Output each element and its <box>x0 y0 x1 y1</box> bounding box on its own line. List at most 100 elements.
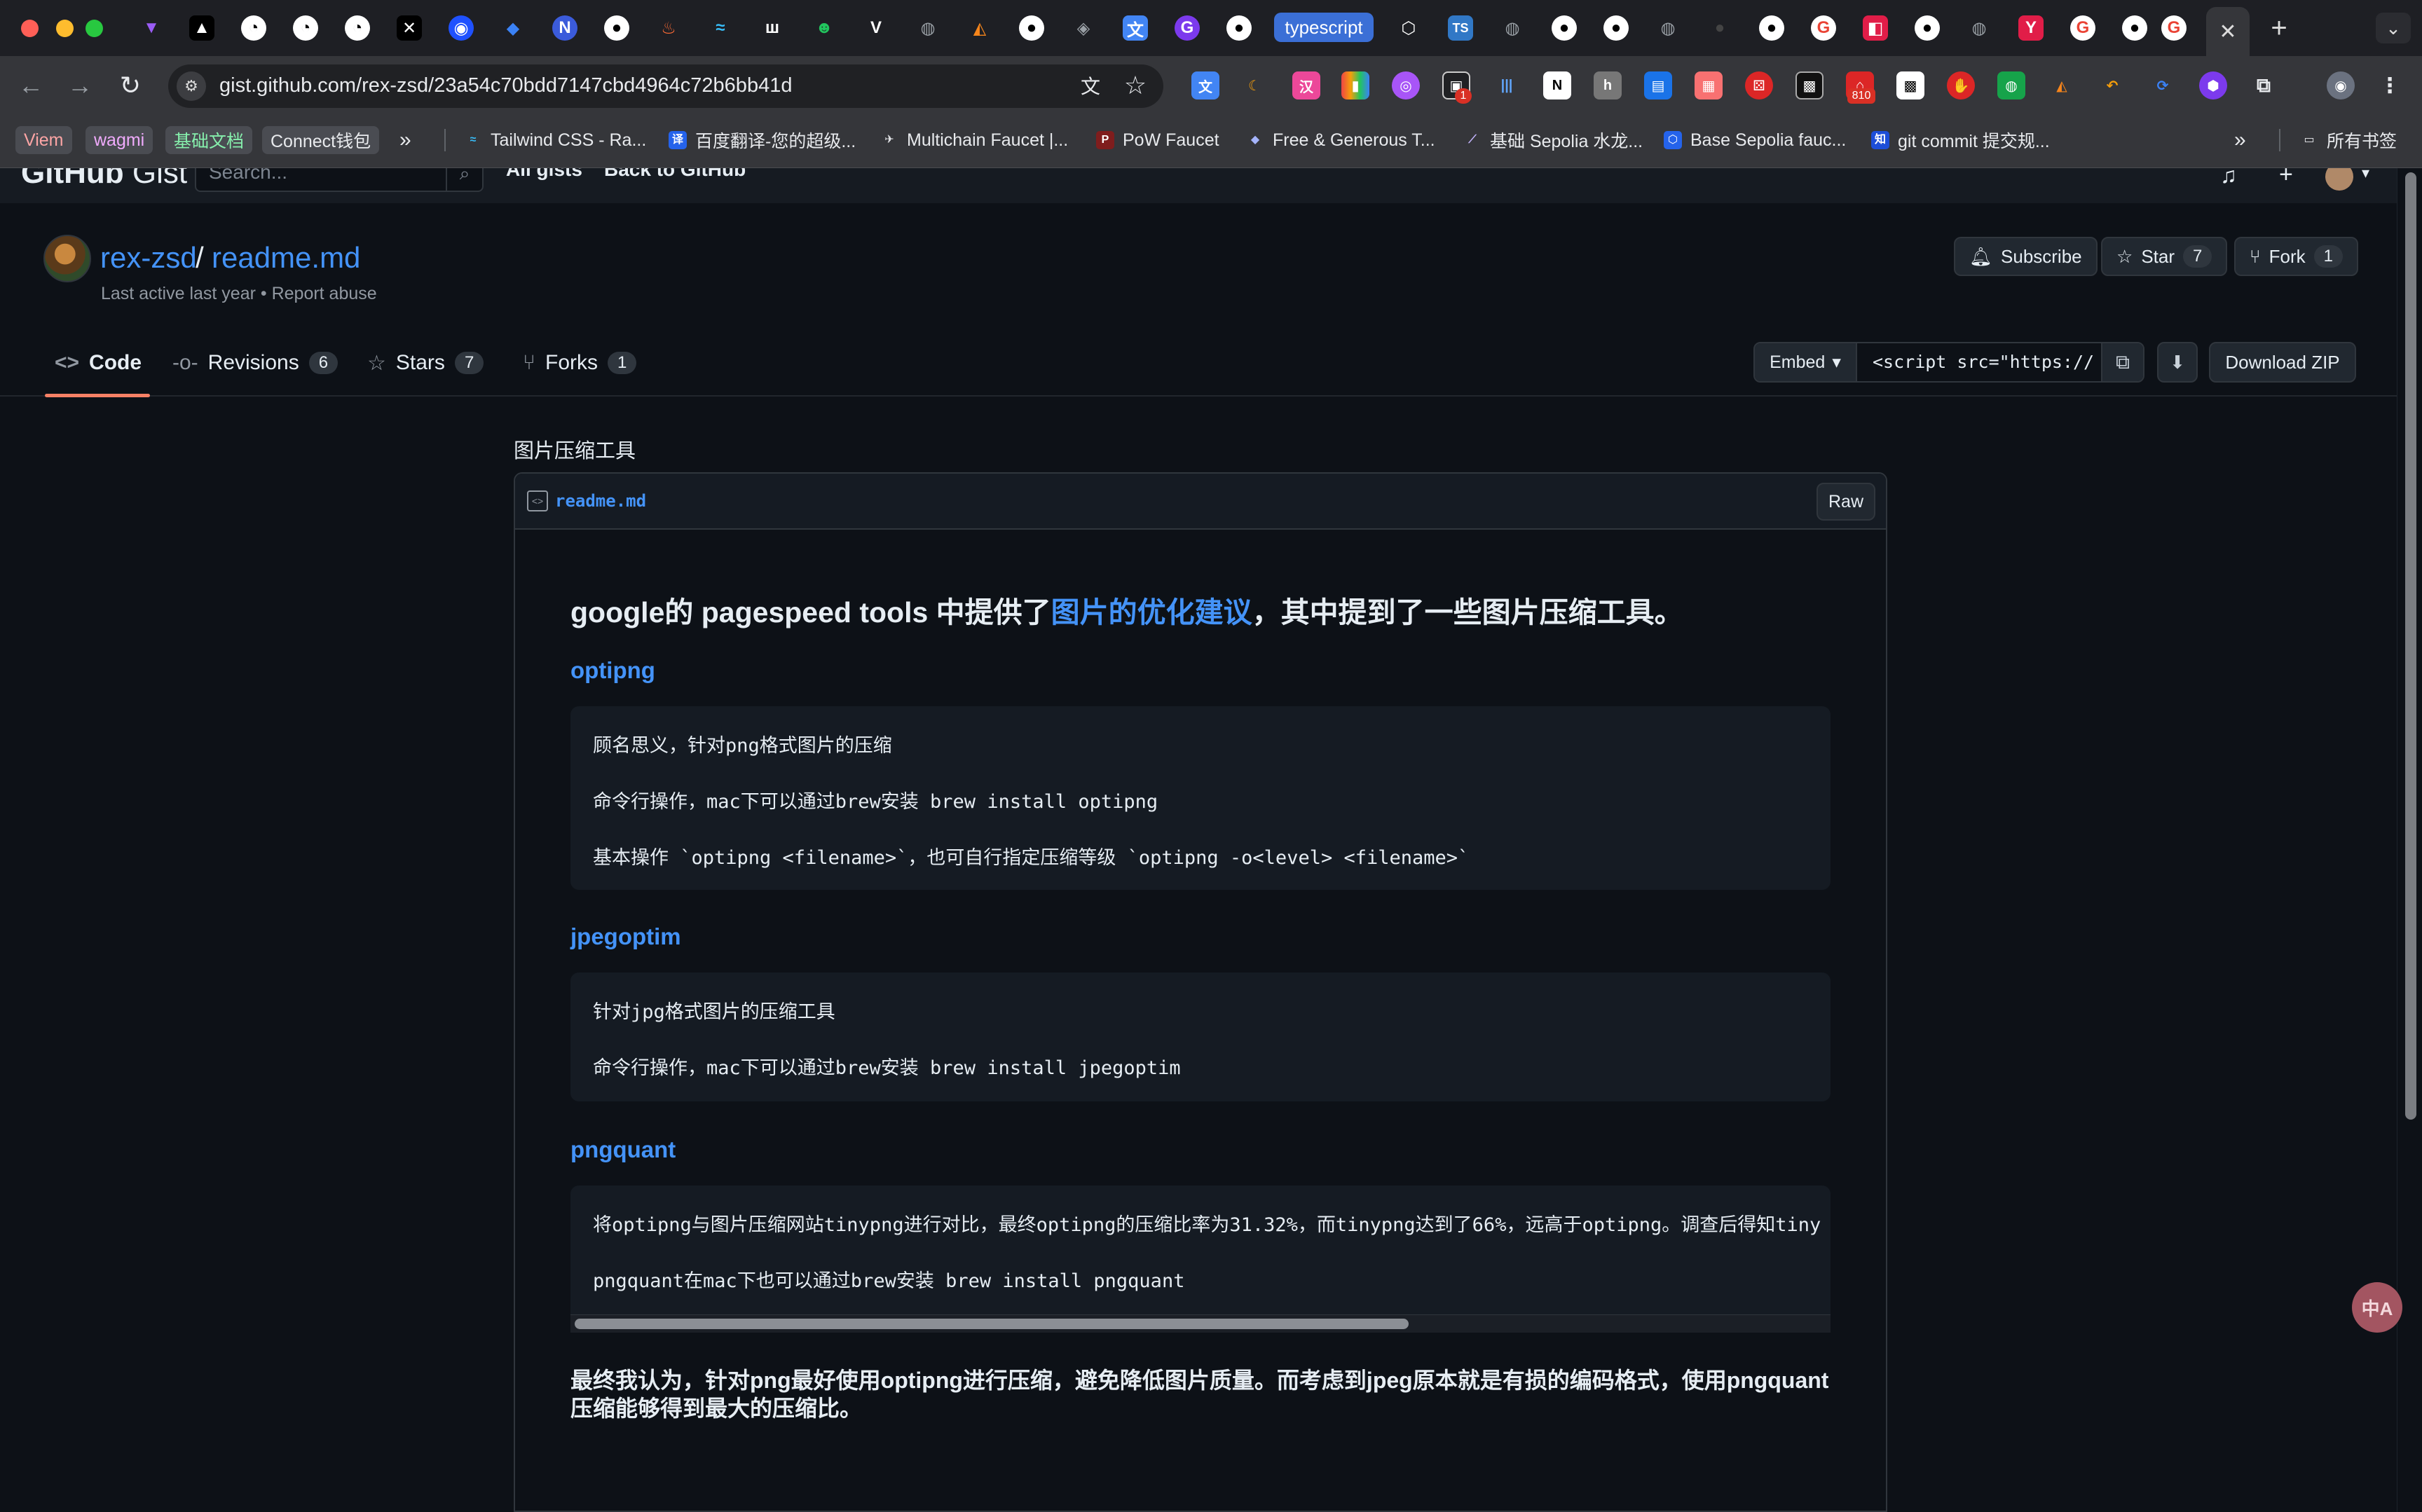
github-tab-icon[interactable]: ● <box>1759 15 1784 41</box>
back-arrow-icon[interactable]: ← <box>15 70 46 101</box>
dark-circle-tab-icon[interactable]: ● <box>1707 15 1732 41</box>
extension-pink-icon[interactable]: 汉 <box>1292 71 1320 99</box>
google-tab-icon[interactable]: G <box>1811 15 1836 41</box>
browser-menu-icon[interactable]: ⋮ <box>2376 71 2404 99</box>
all-gists-link[interactable]: All gists <box>506 168 582 181</box>
bookmark-item[interactable]: Viem <box>15 126 72 154</box>
bookmark-item[interactable]: ✈ Multichain Faucet |... <box>880 126 1068 154</box>
maximize-window-button[interactable] <box>85 20 103 37</box>
chart-tab-icon[interactable]: ◔ <box>241 15 266 41</box>
section-heading-optipng[interactable]: optipng <box>570 657 655 684</box>
bookmark-item[interactable]: wagmi <box>85 126 153 154</box>
file-name-link[interactable]: readme.md <box>555 491 646 511</box>
translate-floating-button[interactable]: 中A <box>2352 1282 2402 1333</box>
user-menu-caret-icon[interactable]: ▾ <box>2362 168 2369 182</box>
google-tab-icon[interactable]: G <box>2070 15 2095 41</box>
extension-n-icon[interactable]: N <box>1543 71 1571 99</box>
extension-doc-icon[interactable]: ▦ <box>1695 71 1723 99</box>
bookmark-item[interactable]: ⟋ 基础 Sepolia 水龙... <box>1463 126 1643 154</box>
extension-h-icon[interactable]: h <box>1594 71 1622 99</box>
reload-icon[interactable]: ↻ <box>115 70 146 101</box>
tab-stars[interactable]: ☆ Stars 7 <box>367 349 484 377</box>
close-window-button[interactable] <box>21 20 39 37</box>
github-gist-logo[interactable]: GitHub Gist <box>21 168 187 191</box>
extension-translate-icon[interactable]: 文 <box>1191 71 1219 99</box>
extension-purple-icon[interactable]: ◎ <box>1392 71 1420 99</box>
wave-tab-icon[interactable]: ш <box>760 15 785 41</box>
code-horizontal-scrollbar-thumb[interactable] <box>575 1319 1409 1329</box>
extension-dice-icon[interactable]: ⚄ <box>1745 71 1773 99</box>
section-heading-jpegoptim[interactable]: jpegoptim <box>570 923 681 950</box>
github-tab-icon[interactable]: ● <box>604 15 629 41</box>
globe-tab-icon[interactable]: ◍ <box>1655 15 1681 41</box>
triangle-tab-icon[interactable]: ▲ <box>189 15 214 41</box>
extension-qr-icon[interactable]: ▩ <box>1795 71 1824 99</box>
x-tab-icon[interactable]: ✕ <box>397 15 422 41</box>
chart-tab-icon[interactable]: ◔ <box>293 15 318 41</box>
active-tab-close-icon[interactable]: ✕ <box>2206 7 2250 56</box>
section-heading-pngquant[interactable]: pngquant <box>570 1136 676 1163</box>
site-settings-icon[interactable]: ⚙ <box>177 71 206 101</box>
bookmark-item[interactable]: 知 git commit 提交规... <box>1871 126 2050 154</box>
copy-icon[interactable]: ⧉ <box>2101 343 2143 381</box>
github-tab-icon[interactable]: ● <box>1226 15 1252 41</box>
metamask-tab-icon[interactable]: ◭ <box>967 15 992 41</box>
tab-revisions[interactable]: -o- Revisions 6 <box>172 349 338 377</box>
translate-tab-icon[interactable]: 文 <box>1123 15 1148 41</box>
page-scrollbar-thumb[interactable] <box>2405 172 2416 1120</box>
translate-page-icon[interactable]: 文 <box>1075 70 1106 101</box>
embed-select[interactable]: Embed ▾ <box>1755 343 1857 381</box>
globe-tab-icon[interactable]: ◍ <box>1966 15 1992 41</box>
purple-tab-icon[interactable]: G <box>1175 15 1200 41</box>
flame-tab-icon[interactable]: ♨ <box>656 15 681 41</box>
bookmark-item[interactable]: ◆ Free & Generous T... <box>1246 126 1435 154</box>
extension-book-icon[interactable]: ▤ <box>1644 71 1672 99</box>
tailwind-tab-icon[interactable]: ≈ <box>708 15 733 41</box>
extension-bars-icon[interactable]: ▮ <box>1341 71 1369 99</box>
fork-button[interactable]: ⑂ Fork 1 <box>2234 237 2358 276</box>
extension-undo-icon[interactable]: ↶ <box>2098 71 2126 99</box>
extension-metamask-icon[interactable]: ◭ <box>2048 71 2076 99</box>
hexagon-tab-icon[interactable]: ⬡ <box>1396 15 1421 41</box>
optimization-link[interactable]: 图片的优化建议 <box>1051 596 1252 628</box>
bookmark-item[interactable]: P PoW Faucet <box>1096 126 1219 154</box>
new-gist-plus-icon[interactable]: + <box>2279 168 2293 188</box>
pink-tab-icon[interactable]: Y <box>2018 15 2044 41</box>
bookmark-star-icon[interactable]: ☆ <box>1120 70 1151 101</box>
github-tab-icon[interactable]: ● <box>2122 15 2147 41</box>
forward-arrow-icon[interactable]: → <box>64 70 95 101</box>
embed-code-input[interactable]: <script src="https:// <box>1873 352 2094 372</box>
star-button[interactable]: ☆ Star 7 <box>2101 237 2228 276</box>
github-tab-icon[interactable]: ● <box>1552 15 1577 41</box>
search-icon[interactable]: ⌕ <box>446 168 482 191</box>
extension-green-icon[interactable]: ◍ <box>1997 71 2025 99</box>
bookmark-item[interactable]: ⬡ Base Sepolia fauc... <box>1664 126 1846 154</box>
minimize-window-button[interactable] <box>56 20 74 37</box>
bookmark-item[interactable]: 译百度翻译-您的超级... <box>669 126 856 154</box>
raw-button[interactable]: Raw <box>1817 483 1875 521</box>
red-tab-icon[interactable]: ◧ <box>1863 15 1888 41</box>
extension-hex-icon[interactable]: ⬢ <box>2199 71 2227 99</box>
github-tab-icon[interactable]: ● <box>1915 15 1940 41</box>
user-avatar[interactable] <box>2325 168 2353 191</box>
download-zip-button[interactable]: Download ZIP <box>2209 342 2356 383</box>
tab-code[interactable]: <> Code <box>55 349 142 377</box>
all-bookmarks-button[interactable]: ▭ 所有书签 <box>2300 126 2397 154</box>
github-tab-icon[interactable]: ● <box>1019 15 1044 41</box>
notifications-bell-icon[interactable]: ♫ <box>2220 168 2237 188</box>
v-tab-icon[interactable]: V <box>863 15 889 41</box>
new-tab-icon[interactable]: + <box>2265 13 2293 43</box>
gist-search-input[interactable]: Search... ⌕ <box>195 168 484 192</box>
tab-typescript[interactable]: typescript <box>1274 13 1374 42</box>
ts-tab-icon[interactable]: TS <box>1448 15 1473 41</box>
profile-avatar-icon[interactable]: ◉ <box>2327 71 2355 99</box>
github-tab-icon[interactable]: ● <box>1603 15 1629 41</box>
chart-tab-icon[interactable]: ◔ <box>345 15 370 41</box>
back-to-github-link[interactable]: Back to GitHub <box>604 168 746 181</box>
globe-tab-icon[interactable]: ◍ <box>1500 15 1525 41</box>
bookmarks-overflow-chevron-icon[interactable]: » <box>399 126 411 154</box>
ethereum-tab-icon[interactable]: ◈ <box>1071 15 1096 41</box>
desktop-download-icon[interactable]: ⬇ <box>2157 342 2198 383</box>
bookmarks-overflow-chevron-icon[interactable]: » <box>2234 126 2246 154</box>
owner-link[interactable]: rex-zsd <box>100 241 197 275</box>
